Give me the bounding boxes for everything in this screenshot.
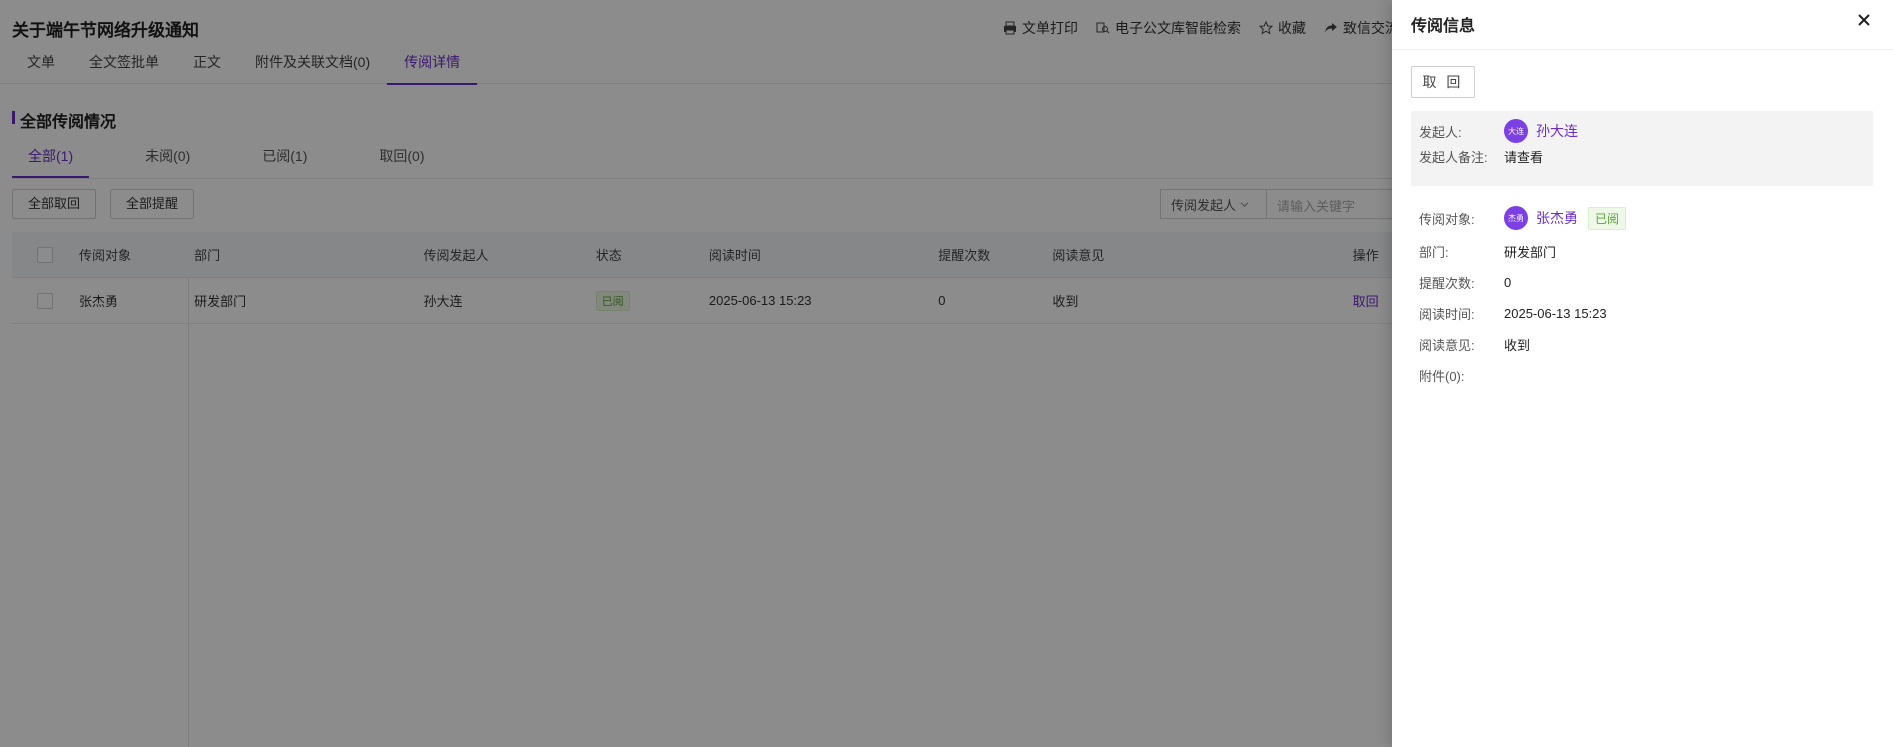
status-badge: 已阅	[1588, 206, 1627, 230]
opinion-row: 阅读意见: 收到	[1419, 335, 1873, 354]
initiator-info: 发起人: 大连 孙大连 发起人备注: 请查看	[1411, 111, 1873, 186]
target-label: 传阅对象:	[1419, 211, 1475, 227]
opinion-value: 收到	[1504, 338, 1531, 353]
time-value: 2025-06-13 15:23	[1504, 306, 1607, 321]
dept-label: 部门:	[1419, 245, 1449, 260]
drawer-body: 取 回 发起人: 大连 孙大连 发起人备注: 请查看 传阅对象: 杰勇 张杰勇 …	[1411, 66, 1873, 397]
avatar: 大连	[1504, 119, 1528, 143]
initiator-label: 发起人:	[1419, 124, 1462, 140]
target-name-link[interactable]: 张杰勇	[1536, 208, 1578, 228]
withdraw-button[interactable]: 取 回	[1411, 66, 1475, 98]
remark-row: 发起人备注: 请查看	[1419, 147, 1865, 166]
attachment-label: 附件(0):	[1419, 369, 1465, 384]
drawer-title: 传阅信息	[1411, 18, 1476, 35]
opinion-label: 阅读意见:	[1419, 338, 1475, 353]
remark-label: 发起人备注:	[1419, 150, 1488, 165]
avatar: 杰勇	[1504, 206, 1528, 230]
remind-value: 0	[1504, 275, 1512, 290]
close-icon[interactable]	[1854, 10, 1874, 30]
circulation-info-drawer: 传阅信息 取 回 发起人: 大连 孙大连 发起人备注: 请查看 传阅对象: 杰勇…	[1392, 0, 1893, 747]
time-label: 阅读时间:	[1419, 307, 1475, 322]
initiator-row: 发起人: 大连 孙大连	[1419, 119, 1865, 143]
remind-row: 提醒次数: 0	[1419, 273, 1873, 292]
initiator-name-link[interactable]: 孙大连	[1536, 121, 1578, 141]
remark-value: 请查看	[1504, 150, 1544, 165]
drawer-header: 传阅信息	[1392, 0, 1893, 50]
dept-row: 部门: 研发部门	[1419, 242, 1873, 261]
attachment-row: 附件(0):	[1419, 366, 1873, 385]
dept-value: 研发部门	[1504, 245, 1557, 260]
remind-label: 提醒次数:	[1419, 276, 1475, 291]
time-row: 阅读时间: 2025-06-13 15:23	[1419, 304, 1873, 323]
recipient-detail: 传阅对象: 杰勇 张杰勇 已阅 部门: 研发部门 提醒次数: 0 阅读时间: 2…	[1411, 206, 1873, 385]
target-row: 传阅对象: 杰勇 张杰勇 已阅	[1419, 206, 1873, 230]
